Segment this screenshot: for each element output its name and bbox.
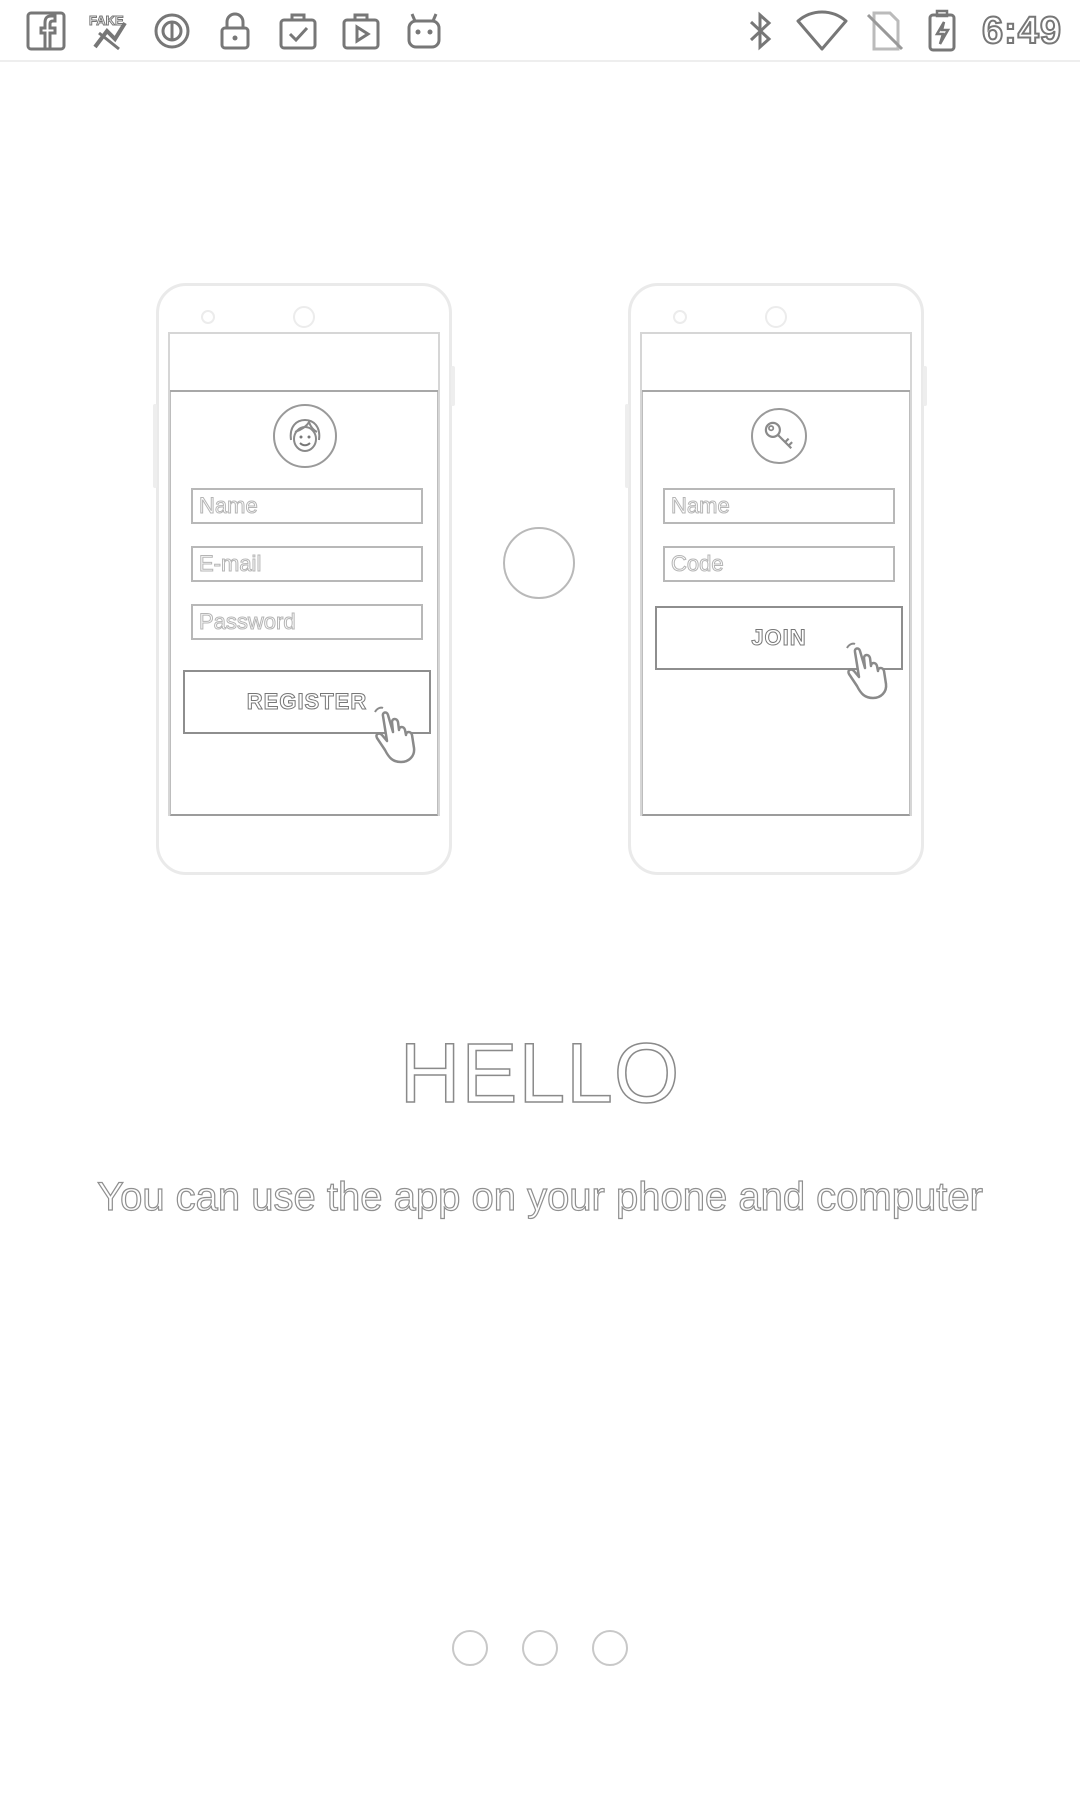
name-field: Name (663, 488, 895, 524)
page-indicator-dot-2[interactable] (522, 1630, 558, 1666)
center-circle (503, 527, 575, 599)
onboarding-title: HELLO (399, 1025, 681, 1121)
key-icon (751, 408, 807, 464)
phone-screen: Name Code JOIN (640, 332, 912, 816)
phone-side-button (923, 366, 927, 406)
phone-side-button (451, 366, 455, 406)
page-indicator (0, 1628, 1080, 1668)
page-indicator-dot-1[interactable] (452, 1630, 488, 1666)
phone-screen: Name E-mail Password REGISTER (168, 332, 440, 816)
email-field: E-mail (191, 546, 423, 582)
code-field: Code (663, 546, 895, 582)
phone-illustration-register: Name E-mail Password REGISTER (153, 283, 455, 875)
tap-hand-icon (369, 704, 433, 768)
tap-hand-icon (841, 640, 905, 704)
join-form: Name Code JOIN (642, 392, 910, 816)
phone-side-button (625, 404, 629, 488)
phone-camera (765, 306, 787, 328)
phone-sensor-dot (673, 310, 687, 324)
password-field: Password (191, 604, 423, 640)
register-form: Name E-mail Password REGISTER (170, 392, 438, 816)
name-field: Name (191, 488, 423, 524)
phone-camera (293, 306, 315, 328)
phone-side-button (153, 404, 157, 488)
user-avatar-icon (273, 404, 337, 468)
phone-illustration-join: Name Code JOIN (625, 283, 927, 875)
phone-screen-header (170, 334, 438, 392)
phone-sensor-dot (201, 310, 215, 324)
page-indicator-dot-3[interactable] (592, 1630, 628, 1666)
onboarding-subtitle: You can use the app on your phone and co… (96, 1174, 983, 1219)
onboarding-illustration: Name E-mail Password REGISTER Name Code … (0, 0, 1080, 900)
phone-screen-header (642, 334, 910, 392)
